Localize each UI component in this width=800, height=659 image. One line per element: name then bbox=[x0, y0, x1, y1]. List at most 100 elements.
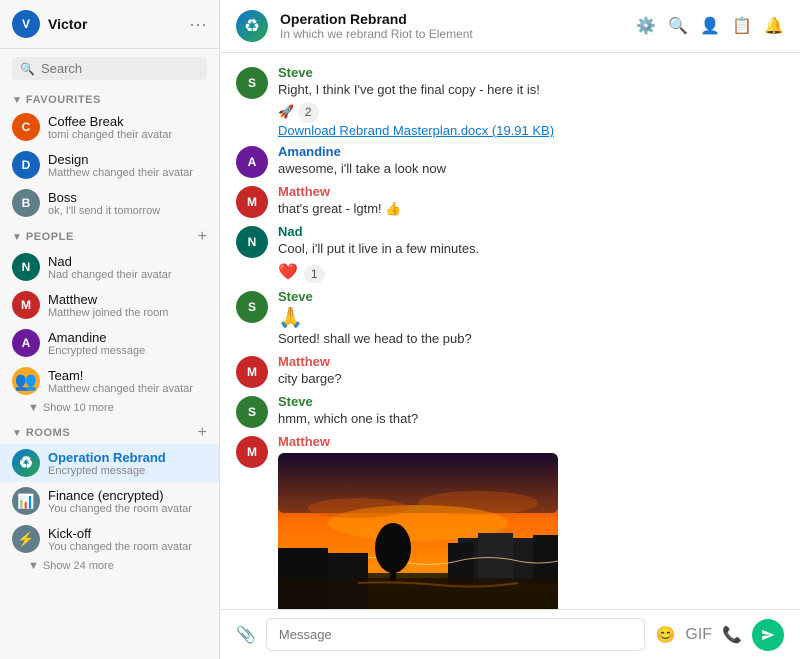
boss-name: Boss bbox=[48, 190, 207, 205]
sidebar-item-kickoff[interactable]: ⚡ Kick-off You changed the room avatar bbox=[0, 520, 219, 558]
amandine-name: Amandine bbox=[48, 330, 207, 345]
show-more-rooms-chevron: ▼ bbox=[28, 560, 39, 572]
people-section-header[interactable]: ▼ PEOPLE + bbox=[0, 222, 219, 248]
add-person-icon[interactable]: + bbox=[198, 228, 207, 246]
message-row: M Matthew bbox=[236, 434, 784, 609]
team-sub: Matthew changed their avatar bbox=[48, 383, 207, 395]
sidebar-item-finance[interactable]: 📊 Finance (encrypted) You changed the ro… bbox=[0, 482, 219, 520]
msg-download-link[interactable]: Download Rebrand Masterplan.docx (19.91 … bbox=[278, 123, 784, 138]
gear-icon[interactable]: ⚙️ bbox=[636, 16, 656, 36]
amandine-sub: Encrypted message bbox=[48, 345, 207, 357]
avatar-matthew: M bbox=[12, 291, 40, 319]
sidebar-item-matthew[interactable]: M Matthew Matthew joined the room bbox=[0, 286, 219, 324]
sidebar-item-coffee-break[interactable]: C Coffee Break tomi changed their avatar bbox=[0, 108, 219, 146]
send-icon bbox=[761, 628, 775, 642]
main-chat: ♻ Operation Rebrand In which we rebrand … bbox=[220, 0, 800, 659]
add-room-icon[interactable]: + bbox=[198, 424, 207, 442]
search-icon: 🔍 bbox=[20, 62, 35, 76]
avatar-steve-3: S bbox=[236, 396, 268, 428]
notifications-icon[interactable]: 🔔 bbox=[764, 16, 784, 36]
chat-room-avatar: ♻ bbox=[236, 10, 268, 42]
message-row: M Matthew that's great - lgtm! 👍 bbox=[236, 184, 784, 218]
heart-emoji: ❤️ bbox=[278, 262, 298, 282]
avatar-finance: 📊 bbox=[12, 487, 40, 515]
show-more-people[interactable]: ▼ Show 10 more bbox=[0, 400, 219, 418]
msg-emoji-rocket: 🚀 2 bbox=[278, 99, 784, 123]
message-input[interactable] bbox=[266, 618, 646, 651]
chat-room-name: Operation Rebrand bbox=[280, 11, 624, 27]
kickoff-name: Kick-off bbox=[48, 526, 207, 541]
favourites-label: FAVOURITES bbox=[26, 94, 207, 106]
msg-author: Steve bbox=[278, 65, 784, 80]
files-icon[interactable]: 📋 bbox=[732, 16, 752, 36]
sidebar-item-amandine[interactable]: A Amandine Encrypted message bbox=[0, 324, 219, 362]
show-more-rooms-label: Show 24 more bbox=[43, 560, 114, 572]
boss-sub: ok, I'll send it tomorrow bbox=[48, 205, 207, 217]
members-icon[interactable]: 👤 bbox=[700, 16, 720, 36]
reaction-badge[interactable]: 2 bbox=[298, 102, 319, 123]
design-sub: Matthew changed their avatar bbox=[48, 167, 207, 179]
avatar-matthew-msg2: M bbox=[236, 356, 268, 388]
avatar-steve-1: S bbox=[236, 67, 268, 99]
sidebar: V Victor ··· 🔍 ⊙ ▼ FAVOURITES C Coffee B… bbox=[0, 0, 220, 659]
msg-author: Matthew bbox=[278, 434, 784, 449]
msg-image[interactable] bbox=[278, 453, 558, 609]
message-row: S Steve hmm, which one is that? bbox=[236, 394, 784, 428]
operation-rebrand-sub: Encrypted message bbox=[48, 465, 207, 477]
favourites-section-header[interactable]: ▼ FAVOURITES bbox=[0, 88, 219, 108]
finance-name: Finance (encrypted) bbox=[48, 488, 207, 503]
avatar-team: 👥 bbox=[12, 367, 40, 395]
show-more-rooms[interactable]: ▼ Show 24 more bbox=[0, 558, 219, 576]
kickoff-sub: You changed the room avatar bbox=[48, 541, 207, 553]
msg-text: awesome, i'll take a look now bbox=[278, 160, 784, 178]
avatar-matthew-msg1: M bbox=[236, 186, 268, 218]
rooms-section-header[interactable]: ▼ ROOMS + bbox=[0, 418, 219, 444]
chat-header: ♻ Operation Rebrand In which we rebrand … bbox=[220, 0, 800, 53]
rooms-chevron: ▼ bbox=[12, 428, 22, 439]
avatar-operation-rebrand: ♻ bbox=[12, 449, 40, 477]
design-name: Design bbox=[48, 152, 207, 167]
avatar-steve-2: S bbox=[236, 291, 268, 323]
message-row: A Amandine awesome, i'll take a look now bbox=[236, 144, 784, 178]
sidebar-item-design[interactable]: D Design Matthew changed their avatar bbox=[0, 146, 219, 184]
sidebar-item-team[interactable]: 👥 Team! Matthew changed their avatar bbox=[0, 362, 219, 400]
sidebar-item-nad[interactable]: N Nad Nad changed their avatar bbox=[0, 248, 219, 286]
avatar-kickoff: ⚡ bbox=[12, 525, 40, 553]
show-more-people-chevron: ▼ bbox=[28, 402, 39, 414]
search-members-icon[interactable]: 🔍 bbox=[668, 16, 688, 36]
user-avatar: V bbox=[12, 10, 40, 38]
attachment-icon[interactable]: 📎 bbox=[236, 625, 256, 645]
favourites-chevron: ▼ bbox=[12, 95, 22, 106]
sidebar-item-operation-rebrand[interactable]: ♻ Operation Rebrand Encrypted message bbox=[0, 444, 219, 482]
message-row: S Steve Right, I think I've got the fina… bbox=[236, 65, 784, 138]
gif-icon[interactable]: GIF bbox=[685, 626, 712, 644]
user-menu-icon[interactable]: ··· bbox=[189, 14, 207, 35]
operation-rebrand-name: Operation Rebrand bbox=[48, 450, 207, 465]
avatar-amandine-msg: A bbox=[236, 146, 268, 178]
people-chevron: ▼ bbox=[12, 232, 22, 243]
msg-author: Steve bbox=[278, 289, 784, 304]
matthew-sub: Matthew joined the room bbox=[48, 307, 207, 319]
msg-author: Matthew bbox=[278, 184, 784, 199]
call-icon[interactable]: 📞 bbox=[722, 625, 742, 645]
sidebar-header: V Victor ··· bbox=[0, 0, 219, 49]
emoji-icon[interactable]: 😊 bbox=[655, 625, 675, 645]
msg-author: Nad bbox=[278, 224, 784, 239]
msg-author: Steve bbox=[278, 394, 784, 409]
avatar-amandine: A bbox=[12, 329, 40, 357]
message-row: M Matthew city barge? bbox=[236, 354, 784, 388]
search-input[interactable] bbox=[41, 61, 217, 76]
message-row: S Steve 🙏 Sorted! shall we head to the p… bbox=[236, 289, 784, 348]
chat-body: S Steve Right, I think I've got the fina… bbox=[220, 53, 800, 609]
nad-name: Nad bbox=[48, 254, 207, 269]
people-label: PEOPLE bbox=[26, 231, 194, 243]
send-button[interactable] bbox=[752, 619, 784, 651]
rooms-label: ROOMS bbox=[26, 427, 194, 439]
sidebar-item-boss[interactable]: B Boss ok, I'll send it tomorrow bbox=[0, 184, 219, 222]
finance-sub: You changed the room avatar bbox=[48, 503, 207, 515]
team-name: Team! bbox=[48, 368, 207, 383]
msg-text: city barge? bbox=[278, 370, 784, 388]
search-box: 🔍 ⊙ bbox=[12, 57, 207, 80]
chat-header-icons: ⚙️ 🔍 👤 📋 🔔 bbox=[636, 16, 784, 36]
reaction-badge[interactable]: 1 bbox=[304, 265, 325, 283]
